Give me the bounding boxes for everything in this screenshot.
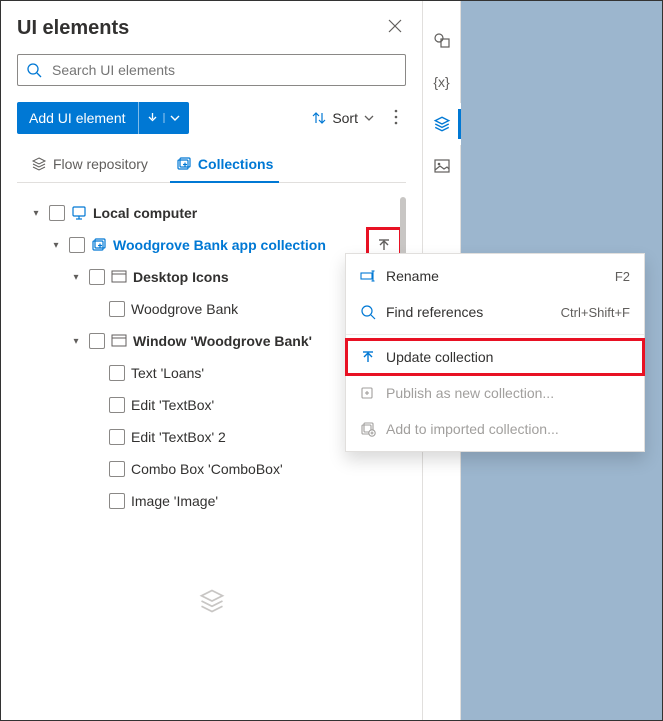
chevron-down-icon: [148, 113, 158, 123]
checkbox[interactable]: [109, 493, 125, 509]
chevron-down-icon: [364, 115, 374, 121]
tree-node-label: Image 'Image': [131, 493, 400, 509]
panel-title: UI elements: [17, 17, 129, 40]
collections-icon: [176, 156, 192, 172]
window-icon: [111, 333, 127, 349]
image-icon: [433, 157, 451, 175]
layers-icon: [433, 115, 451, 133]
chevron-down-icon[interactable]: ▾: [69, 336, 83, 347]
toolbar-right: Sort: [304, 103, 406, 134]
menu-item-add-to-imported: Add to imported collection...: [346, 411, 644, 447]
tree-node-label: Combo Box 'ComboBox': [131, 461, 400, 477]
update-icon: [360, 349, 376, 365]
search-icon: [26, 62, 42, 78]
panel-header: UI elements: [17, 15, 406, 42]
menu-item-update-collection[interactable]: Update collection: [346, 339, 644, 375]
menu-item-publish: Publish as new collection...: [346, 375, 644, 411]
chevron-down-icon[interactable]: ▾: [29, 208, 43, 219]
chevron-down-icon: [170, 115, 180, 121]
tab-collections-label: Collections: [198, 156, 273, 172]
side-rail-item-variables[interactable]: {x}: [423, 61, 461, 103]
checkbox[interactable]: [109, 301, 125, 317]
menu-item-label: Update collection: [386, 349, 630, 365]
checkbox[interactable]: [109, 397, 125, 413]
checkbox[interactable]: [89, 333, 105, 349]
add-collection-icon: [360, 421, 376, 437]
window-icon: [111, 269, 127, 285]
menu-item-label: Add to imported collection...: [386, 421, 630, 437]
add-ui-element-label: Add UI element: [17, 110, 138, 126]
checkbox[interactable]: [69, 237, 85, 253]
tab-flow-repository-label: Flow repository: [53, 156, 148, 172]
menu-item-label: Find references: [386, 304, 551, 320]
more-vertical-icon: [394, 109, 398, 125]
context-menu: Rename F2 Find references Ctrl+Shift+F U…: [345, 253, 645, 452]
shapes-icon: [433, 31, 451, 49]
menu-separator: [346, 334, 644, 335]
update-icon: [376, 237, 392, 253]
menu-item-shortcut: Ctrl+Shift+F: [561, 305, 630, 320]
sort-label: Sort: [332, 110, 358, 126]
computer-icon: [71, 205, 87, 221]
chevron-down-icon[interactable]: ▾: [69, 272, 83, 283]
rename-icon: [360, 268, 376, 284]
chevron-down-icon[interactable]: ▾: [49, 240, 63, 251]
checkbox[interactable]: [109, 365, 125, 381]
close-icon: [388, 19, 402, 33]
search-input[interactable]: [17, 54, 406, 86]
menu-item-rename[interactable]: Rename F2: [346, 258, 644, 294]
scrollbar[interactable]: [400, 197, 406, 257]
checkbox[interactable]: [109, 461, 125, 477]
checkbox[interactable]: [89, 269, 105, 285]
search-icon: [360, 304, 376, 320]
checkbox[interactable]: [49, 205, 65, 221]
checkbox[interactable]: [109, 429, 125, 445]
collection-icon: [91, 237, 107, 253]
publish-icon: [360, 385, 376, 401]
tab-flow-repository[interactable]: Flow repository: [17, 146, 162, 182]
repository-icon: [31, 156, 47, 172]
tabs: Flow repository Collections: [17, 146, 406, 183]
variables-icon: {x}: [433, 74, 449, 90]
tab-collections[interactable]: Collections: [162, 146, 287, 182]
tree-node-item[interactable]: ▾ Image 'Image': [17, 485, 406, 517]
tree-node-label: Local computer: [93, 205, 400, 221]
more-options-button[interactable]: [386, 103, 406, 134]
menu-item-shortcut: F2: [615, 269, 630, 284]
menu-item-find-references[interactable]: Find references Ctrl+Shift+F: [346, 294, 644, 330]
add-ui-element-button[interactable]: Add UI element: [17, 102, 189, 134]
tree-node-label: Woodgrove Bank app collection: [113, 237, 362, 253]
sort-icon: [312, 111, 326, 125]
search-input-field[interactable]: [50, 61, 397, 79]
add-ui-element-split[interactable]: [138, 102, 189, 134]
menu-item-label: Rename: [386, 268, 605, 284]
empty-stack-icon: [17, 587, 406, 618]
menu-item-label: Publish as new collection...: [386, 385, 630, 401]
side-rail-item-ui-elements[interactable]: [423, 103, 461, 145]
side-rail-item-images[interactable]: [423, 145, 461, 187]
sort-button[interactable]: Sort: [304, 104, 382, 132]
tree-node-local-computer[interactable]: ▾ Local computer: [17, 197, 406, 229]
side-rail-item-1[interactable]: [423, 19, 461, 61]
toolbar: Add UI element Sort: [17, 102, 406, 134]
close-panel-button[interactable]: [384, 15, 406, 42]
tree-node-item[interactable]: ▾ Combo Box 'ComboBox': [17, 453, 406, 485]
